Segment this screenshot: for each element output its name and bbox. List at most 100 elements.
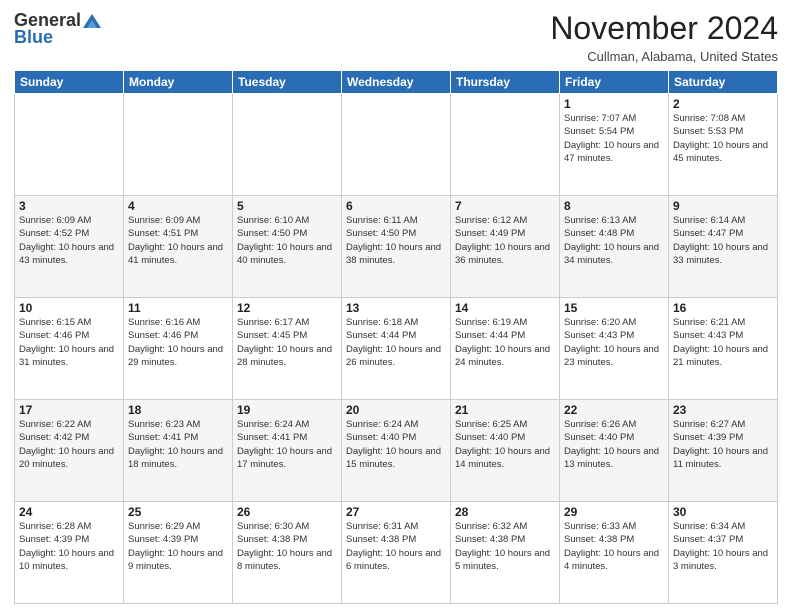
- day-info: Sunrise: 6:12 AM Sunset: 4:49 PM Dayligh…: [455, 214, 555, 267]
- day-cell: 28Sunrise: 6:32 AM Sunset: 4:38 PM Dayli…: [451, 502, 560, 604]
- day-info: Sunrise: 6:09 AM Sunset: 4:52 PM Dayligh…: [19, 214, 119, 267]
- day-info: Sunrise: 7:07 AM Sunset: 5:54 PM Dayligh…: [564, 112, 664, 165]
- calendar-body: 1Sunrise: 7:07 AM Sunset: 5:54 PM Daylig…: [15, 94, 778, 604]
- day-info: Sunrise: 6:22 AM Sunset: 4:42 PM Dayligh…: [19, 418, 119, 471]
- day-cell: 26Sunrise: 6:30 AM Sunset: 4:38 PM Dayli…: [233, 502, 342, 604]
- day-cell: 14Sunrise: 6:19 AM Sunset: 4:44 PM Dayli…: [451, 298, 560, 400]
- day-number: 24: [19, 505, 119, 519]
- day-info: Sunrise: 6:11 AM Sunset: 4:50 PM Dayligh…: [346, 214, 446, 267]
- day-number: 20: [346, 403, 446, 417]
- day-info: Sunrise: 6:24 AM Sunset: 4:41 PM Dayligh…: [237, 418, 337, 471]
- day-number: 2: [673, 97, 773, 111]
- week-row-1: 3Sunrise: 6:09 AM Sunset: 4:52 PM Daylig…: [15, 196, 778, 298]
- day-cell: 23Sunrise: 6:27 AM Sunset: 4:39 PM Dayli…: [669, 400, 778, 502]
- week-row-3: 17Sunrise: 6:22 AM Sunset: 4:42 PM Dayli…: [15, 400, 778, 502]
- day-info: Sunrise: 6:16 AM Sunset: 4:46 PM Dayligh…: [128, 316, 228, 369]
- day-cell: 19Sunrise: 6:24 AM Sunset: 4:41 PM Dayli…: [233, 400, 342, 502]
- day-number: 17: [19, 403, 119, 417]
- col-saturday: Saturday: [669, 71, 778, 94]
- calendar: SundayMondayTuesdayWednesdayThursdayFrid…: [14, 70, 778, 604]
- day-number: 28: [455, 505, 555, 519]
- day-info: Sunrise: 6:21 AM Sunset: 4:43 PM Dayligh…: [673, 316, 773, 369]
- day-cell: 29Sunrise: 6:33 AM Sunset: 4:38 PM Dayli…: [560, 502, 669, 604]
- day-info: Sunrise: 6:17 AM Sunset: 4:45 PM Dayligh…: [237, 316, 337, 369]
- day-cell: 4Sunrise: 6:09 AM Sunset: 4:51 PM Daylig…: [124, 196, 233, 298]
- col-sunday: Sunday: [15, 71, 124, 94]
- day-number: 10: [19, 301, 119, 315]
- day-number: 13: [346, 301, 446, 315]
- day-cell: 25Sunrise: 6:29 AM Sunset: 4:39 PM Dayli…: [124, 502, 233, 604]
- day-cell: 17Sunrise: 6:22 AM Sunset: 4:42 PM Dayli…: [15, 400, 124, 502]
- day-info: Sunrise: 6:24 AM Sunset: 4:40 PM Dayligh…: [346, 418, 446, 471]
- day-number: 26: [237, 505, 337, 519]
- day-number: 27: [346, 505, 446, 519]
- day-cell: 27Sunrise: 6:31 AM Sunset: 4:38 PM Dayli…: [342, 502, 451, 604]
- day-cell: 18Sunrise: 6:23 AM Sunset: 4:41 PM Dayli…: [124, 400, 233, 502]
- header: General Blue November 2024 Cullman, Alab…: [14, 10, 778, 64]
- day-number: 15: [564, 301, 664, 315]
- day-info: Sunrise: 6:15 AM Sunset: 4:46 PM Dayligh…: [19, 316, 119, 369]
- day-number: 12: [237, 301, 337, 315]
- day-number: 16: [673, 301, 773, 315]
- day-info: Sunrise: 6:32 AM Sunset: 4:38 PM Dayligh…: [455, 520, 555, 573]
- day-info: Sunrise: 6:25 AM Sunset: 4:40 PM Dayligh…: [455, 418, 555, 471]
- title-block: November 2024 Cullman, Alabama, United S…: [550, 10, 778, 64]
- day-number: 14: [455, 301, 555, 315]
- day-cell: [451, 94, 560, 196]
- day-cell: 11Sunrise: 6:16 AM Sunset: 4:46 PM Dayli…: [124, 298, 233, 400]
- day-number: 23: [673, 403, 773, 417]
- day-cell: [233, 94, 342, 196]
- day-info: Sunrise: 6:31 AM Sunset: 4:38 PM Dayligh…: [346, 520, 446, 573]
- week-row-4: 24Sunrise: 6:28 AM Sunset: 4:39 PM Dayli…: [15, 502, 778, 604]
- day-number: 18: [128, 403, 228, 417]
- day-number: 1: [564, 97, 664, 111]
- day-info: Sunrise: 6:30 AM Sunset: 4:38 PM Dayligh…: [237, 520, 337, 573]
- header-row: SundayMondayTuesdayWednesdayThursdayFrid…: [15, 71, 778, 94]
- day-cell: 8Sunrise: 6:13 AM Sunset: 4:48 PM Daylig…: [560, 196, 669, 298]
- day-info: Sunrise: 6:19 AM Sunset: 4:44 PM Dayligh…: [455, 316, 555, 369]
- day-number: 3: [19, 199, 119, 213]
- day-cell: 3Sunrise: 6:09 AM Sunset: 4:52 PM Daylig…: [15, 196, 124, 298]
- day-info: Sunrise: 6:28 AM Sunset: 4:39 PM Dayligh…: [19, 520, 119, 573]
- day-number: 30: [673, 505, 773, 519]
- location: Cullman, Alabama, United States: [550, 49, 778, 64]
- week-row-0: 1Sunrise: 7:07 AM Sunset: 5:54 PM Daylig…: [15, 94, 778, 196]
- day-info: Sunrise: 7:08 AM Sunset: 5:53 PM Dayligh…: [673, 112, 773, 165]
- day-cell: [124, 94, 233, 196]
- day-info: Sunrise: 6:33 AM Sunset: 4:38 PM Dayligh…: [564, 520, 664, 573]
- col-thursday: Thursday: [451, 71, 560, 94]
- day-cell: 13Sunrise: 6:18 AM Sunset: 4:44 PM Dayli…: [342, 298, 451, 400]
- day-number: 4: [128, 199, 228, 213]
- day-cell: 2Sunrise: 7:08 AM Sunset: 5:53 PM Daylig…: [669, 94, 778, 196]
- day-cell: 30Sunrise: 6:34 AM Sunset: 4:37 PM Dayli…: [669, 502, 778, 604]
- day-cell: 6Sunrise: 6:11 AM Sunset: 4:50 PM Daylig…: [342, 196, 451, 298]
- day-number: 25: [128, 505, 228, 519]
- day-cell: 1Sunrise: 7:07 AM Sunset: 5:54 PM Daylig…: [560, 94, 669, 196]
- day-number: 5: [237, 199, 337, 213]
- day-info: Sunrise: 6:20 AM Sunset: 4:43 PM Dayligh…: [564, 316, 664, 369]
- day-cell: 7Sunrise: 6:12 AM Sunset: 4:49 PM Daylig…: [451, 196, 560, 298]
- day-cell: [342, 94, 451, 196]
- day-cell: 16Sunrise: 6:21 AM Sunset: 4:43 PM Dayli…: [669, 298, 778, 400]
- day-cell: 22Sunrise: 6:26 AM Sunset: 4:40 PM Dayli…: [560, 400, 669, 502]
- logo-blue: Blue: [14, 27, 53, 48]
- day-number: 22: [564, 403, 664, 417]
- day-cell: 5Sunrise: 6:10 AM Sunset: 4:50 PM Daylig…: [233, 196, 342, 298]
- day-info: Sunrise: 6:27 AM Sunset: 4:39 PM Dayligh…: [673, 418, 773, 471]
- day-cell: 24Sunrise: 6:28 AM Sunset: 4:39 PM Dayli…: [15, 502, 124, 604]
- day-info: Sunrise: 6:13 AM Sunset: 4:48 PM Dayligh…: [564, 214, 664, 267]
- day-cell: 20Sunrise: 6:24 AM Sunset: 4:40 PM Dayli…: [342, 400, 451, 502]
- col-monday: Monday: [124, 71, 233, 94]
- day-cell: 9Sunrise: 6:14 AM Sunset: 4:47 PM Daylig…: [669, 196, 778, 298]
- logo: General Blue: [14, 10, 101, 48]
- day-number: 19: [237, 403, 337, 417]
- day-number: 29: [564, 505, 664, 519]
- day-number: 7: [455, 199, 555, 213]
- day-cell: 12Sunrise: 6:17 AM Sunset: 4:45 PM Dayli…: [233, 298, 342, 400]
- day-info: Sunrise: 6:09 AM Sunset: 4:51 PM Dayligh…: [128, 214, 228, 267]
- day-info: Sunrise: 6:23 AM Sunset: 4:41 PM Dayligh…: [128, 418, 228, 471]
- calendar-header: SundayMondayTuesdayWednesdayThursdayFrid…: [15, 71, 778, 94]
- day-info: Sunrise: 6:10 AM Sunset: 4:50 PM Dayligh…: [237, 214, 337, 267]
- page: General Blue November 2024 Cullman, Alab…: [0, 0, 792, 612]
- week-row-2: 10Sunrise: 6:15 AM Sunset: 4:46 PM Dayli…: [15, 298, 778, 400]
